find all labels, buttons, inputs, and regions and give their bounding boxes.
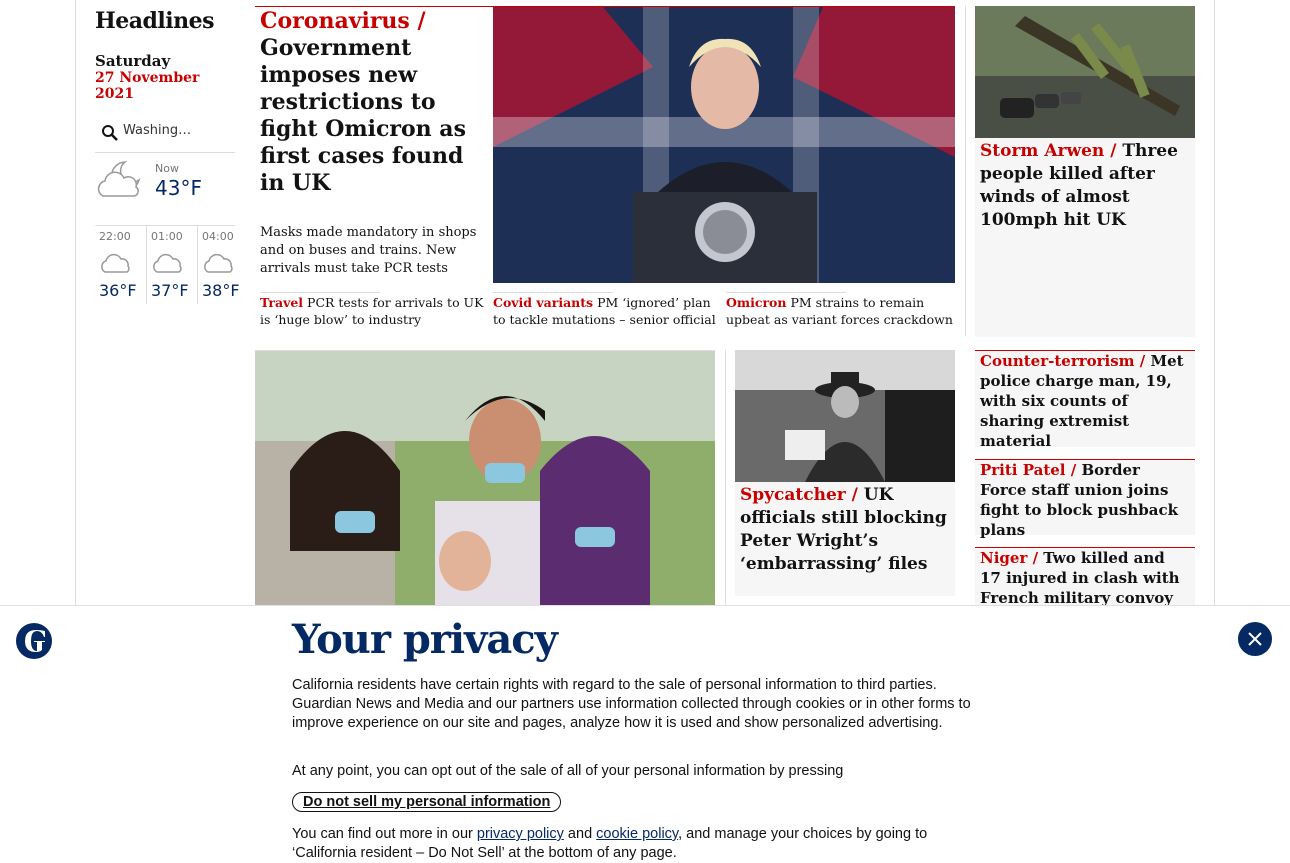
privacy-banner: Your privacy California residents have c… <box>0 605 1290 861</box>
list-item[interactable]: Priti Patel / Border Force staff union j… <box>975 459 1195 539</box>
forecast-temp: 37°F <box>151 281 189 300</box>
search-icon <box>101 124 119 146</box>
do-not-sell-button[interactable]: Do not sell my personal information <box>292 792 562 812</box>
privacy-text-1: California residents have certain rights… <box>292 677 971 731</box>
spycatcher-image <box>735 350 955 482</box>
sub-kicker: Travel <box>260 295 304 310</box>
privacy-policy-link[interactable]: privacy policy <box>477 826 564 842</box>
family-image[interactable] <box>255 351 715 605</box>
date-full: 27 November 2021 <box>95 70 200 102</box>
cloud-icon <box>202 252 236 278</box>
forecast-item: 04:00 38°F <box>197 226 249 304</box>
page-title: Headlines <box>95 8 215 34</box>
list-item-headline: Priti Patel / Border Force staff union j… <box>980 460 1190 540</box>
spycatcher-card[interactable]: Spycatcher / UK officials still blocking… <box>735 350 955 596</box>
now-temperature: 43°F <box>155 176 202 200</box>
privacy-text-2: At any point, you can opt out of the sal… <box>292 763 844 779</box>
storm-card[interactable]: Storm Arwen / Three people killed after … <box>975 6 1195 337</box>
list-item-kicker: Counter-terrorism / <box>980 352 1146 370</box>
forecast-temp: 36°F <box>99 281 137 300</box>
left-column: Headlines Saturday 27 November 2021 Wash… <box>95 0 240 200</box>
column-divider <box>965 6 966 336</box>
storm-image <box>975 6 1195 138</box>
sub-kicker: Omicron <box>726 295 787 310</box>
column-divider <box>725 350 726 605</box>
list-item-kicker: Niger / <box>980 549 1039 567</box>
forecast-time: 22:00 <box>99 230 131 243</box>
weather-now: Now 43°F <box>95 158 240 218</box>
forecast-item: 01:00 37°F <box>146 226 198 304</box>
spycatcher-kicker: Spycatcher / <box>740 485 858 505</box>
forecast-time: 04:00 <box>202 230 234 243</box>
lead-kicker: Coronavirus / <box>260 8 426 34</box>
cloud-icon <box>99 252 133 278</box>
privacy-title: Your privacy <box>292 616 558 663</box>
sub-link-covid-variants[interactable]: Covid variants PM ‘ignored’ plan to tack… <box>493 292 718 328</box>
forecast-item: 22:00 36°F <box>95 226 146 304</box>
search-location-text: Washing… <box>123 123 192 138</box>
sub-rule <box>493 292 613 293</box>
sub-link-travel[interactable]: Travel PCR tests for arrivals to UK is ‘… <box>260 292 485 328</box>
list-item[interactable]: Counter-terrorism / Met police charge ma… <box>975 350 1195 450</box>
sub-link-omicron[interactable]: Omicron PM strains to remain upbeat as v… <box>726 292 954 328</box>
lead-image[interactable] <box>493 7 955 283</box>
sub-rule <box>726 292 846 293</box>
sub-kicker: Covid variants <box>493 295 594 310</box>
spycatcher-headline: Spycatcher / UK officials still blocking… <box>740 484 950 576</box>
now-label: Now <box>155 162 179 175</box>
list-item-headline: Counter-terrorism / Met police charge ma… <box>980 351 1190 451</box>
privacy-text-3a: You can find out more in our <box>292 826 477 842</box>
storm-headline: Storm Arwen / Three people killed after … <box>980 140 1190 232</box>
close-banner-button[interactable] <box>1238 622 1272 656</box>
sub-rule <box>260 292 380 293</box>
guardian-logo-icon <box>16 623 52 659</box>
close-icon <box>1248 632 1262 646</box>
forecast-time: 01:00 <box>151 230 183 243</box>
moon-cloud-icon <box>95 158 149 206</box>
list-item-headline: Niger / Two killed and 17 injured in cla… <box>980 548 1190 608</box>
storm-kicker: Storm Arwen / <box>980 141 1117 161</box>
privacy-text-3: You can find out more in our privacy pol… <box>292 825 992 863</box>
weather-location-search[interactable]: Washing… <box>95 120 235 153</box>
privacy-text-3b: and <box>563 826 597 842</box>
cloud-icon <box>151 252 185 278</box>
lead-headline: Government imposes new restrictions to f… <box>260 35 466 196</box>
cookie-policy-link[interactable]: cookie policy <box>596 826 678 842</box>
list-item-kicker: Priti Patel / <box>980 461 1077 479</box>
lead-headline-link[interactable]: Coronavirus / Government imposes new res… <box>260 8 485 197</box>
forecast-temp: 38°F <box>202 281 240 300</box>
lead-standfirst: Masks made mandatory in shops and on bus… <box>260 225 477 276</box>
date-day: Saturday <box>95 52 171 70</box>
